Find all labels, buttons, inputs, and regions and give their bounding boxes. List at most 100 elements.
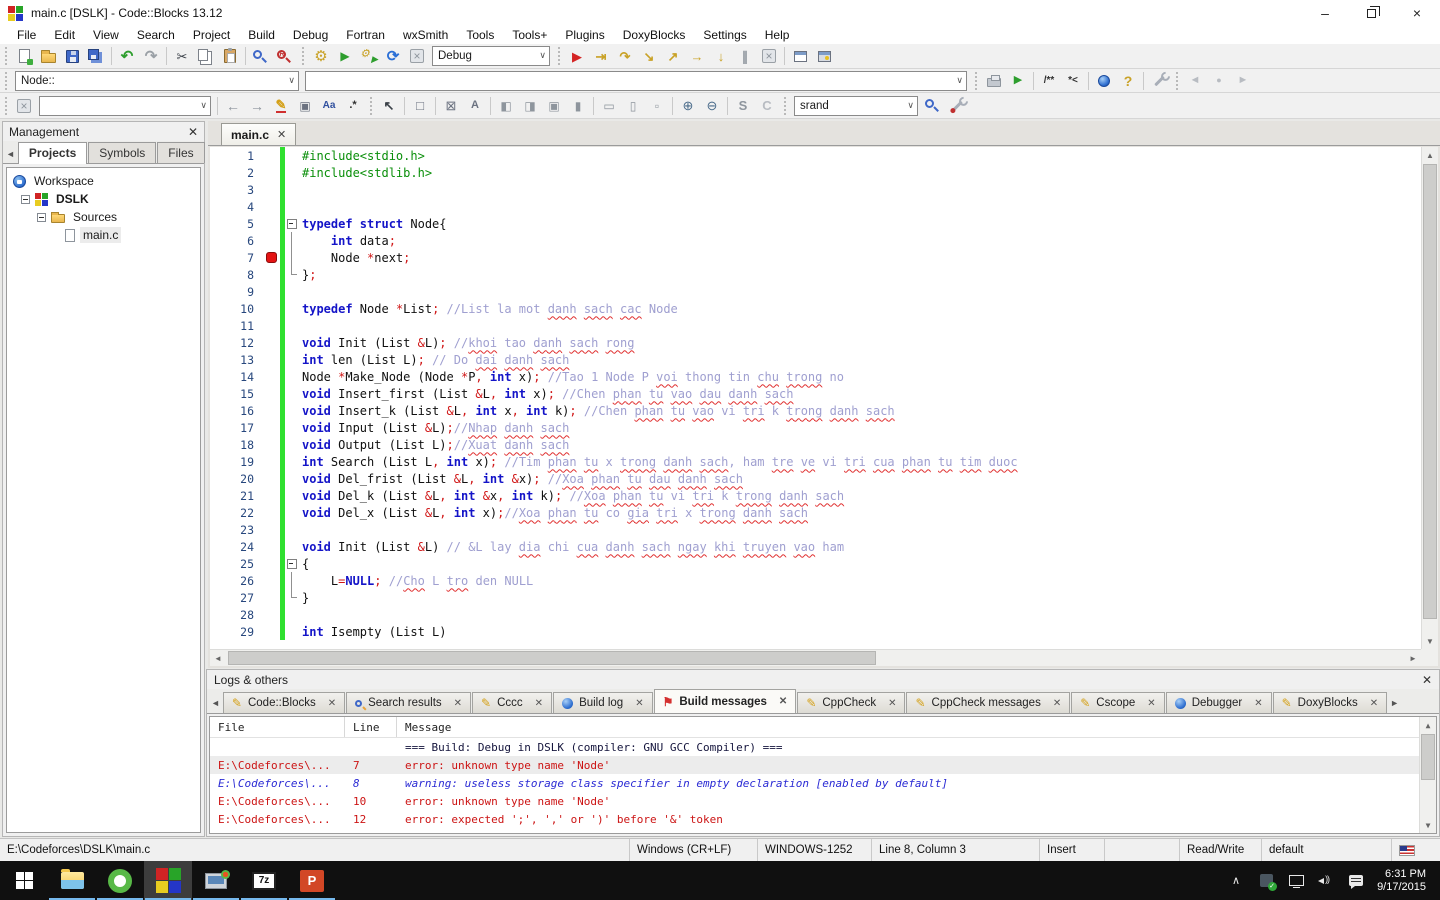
line-number[interactable]: 20 [210, 472, 264, 486]
line-number[interactable]: 14 [210, 370, 264, 384]
breakpoint-margin[interactable] [264, 572, 280, 589]
breakpoint-margin[interactable] [264, 368, 280, 385]
border-panel-tool-button[interactable]: ▯ [621, 95, 645, 117]
scroll-up-icon[interactable]: ▲ [1422, 147, 1438, 163]
line-number[interactable]: 17 [210, 421, 264, 435]
line-number[interactable]: 19 [210, 455, 264, 469]
doxy-line-comment-button[interactable]: *< [1061, 70, 1085, 92]
fold-mid-icon[interactable] [285, 572, 299, 589]
search-forward-button[interactable]: → [245, 95, 269, 117]
taskbar-coccoc-browser[interactable] [96, 861, 144, 900]
tree-expander-icon[interactable] [37, 213, 46, 222]
save-all-button[interactable] [84, 45, 108, 67]
step-into-button[interactable]: ↘ [637, 45, 661, 67]
line-number[interactable]: 23 [210, 523, 264, 537]
breakpoint-margin[interactable] [264, 436, 280, 453]
tray-volume-icon[interactable] [1317, 861, 1335, 900]
editor-vertical-scrollbar[interactable]: ▲ ▼ [1421, 147, 1438, 649]
breakpoint-margin[interactable] [264, 198, 280, 215]
menu-plugins[interactable]: Plugins [556, 27, 613, 43]
scroll-right-icon[interactable]: ► [1405, 650, 1421, 666]
menu-fortran[interactable]: Fortran [337, 27, 394, 43]
match-case-button[interactable]: Aa [317, 95, 341, 117]
copy-button[interactable] [194, 45, 218, 67]
debug-continue-button[interactable]: ▶ [565, 45, 589, 67]
line-number[interactable]: 4 [210, 200, 264, 214]
textframe-tool-button[interactable]: A [463, 95, 487, 117]
menu-help[interactable]: Help [756, 27, 799, 43]
browse-back-button[interactable]: ◄ [1183, 70, 1207, 92]
fold-mid-icon[interactable] [285, 249, 299, 266]
fold-end-icon[interactable] [285, 589, 299, 606]
line-number[interactable]: 12 [210, 336, 264, 350]
fold-end-icon[interactable] [285, 266, 299, 283]
fold-mid-icon[interactable] [285, 232, 299, 249]
break-debugger-button[interactable]: ∥ [733, 45, 757, 67]
breakpoint-icon[interactable] [266, 252, 277, 263]
menu-debug[interactable]: Debug [284, 27, 337, 43]
run-to-cursor-button[interactable]: ⇥ [589, 45, 613, 67]
line-number[interactable]: 8 [210, 268, 264, 282]
menu-project[interactable]: Project [184, 27, 239, 43]
clear-search-button[interactable]: × [12, 95, 36, 117]
jump-s-button[interactable]: S [731, 95, 755, 117]
breakpoint-margin[interactable] [264, 606, 280, 623]
line-number[interactable]: 3 [210, 183, 264, 197]
cut-button[interactable]: ✂ [170, 45, 194, 67]
line-number[interactable]: 27 [210, 591, 264, 605]
stop-debugger-button[interactable]: × [757, 45, 781, 67]
breakpoint-margin[interactable] [264, 334, 280, 351]
line-number[interactable]: 1 [210, 149, 264, 163]
tray-notifications-icon[interactable] [1347, 861, 1365, 900]
doxy-settings-button[interactable] [1147, 70, 1171, 92]
breakpoint-margin[interactable] [264, 385, 280, 402]
tree-item-dslk[interactable]: DSLK [7, 190, 200, 208]
line-number[interactable]: 16 [210, 404, 264, 418]
build-message-row[interactable]: E:\Codeforces\...12error: expected ';', … [210, 810, 1436, 828]
new-file-button[interactable] [12, 45, 36, 67]
editor-tab-close-icon[interactable]: ✕ [277, 128, 286, 141]
browse-marker-button[interactable]: ● [1207, 70, 1231, 92]
symbol-combo[interactable]: ∨ [305, 71, 967, 91]
log-tab-debugger[interactable]: Debugger✕ [1166, 692, 1272, 713]
breakpoint-margin[interactable] [264, 555, 280, 572]
line-number[interactable]: 28 [210, 608, 264, 622]
line-number[interactable]: 25 [210, 557, 264, 571]
line-number[interactable]: 9 [210, 285, 264, 299]
breakpoint-margin[interactable] [264, 351, 280, 368]
tray-network-icon[interactable] [1287, 861, 1305, 900]
menu-settings[interactable]: Settings [694, 27, 755, 43]
undo-button[interactable]: ↶ [115, 45, 139, 67]
build-message-row[interactable]: E:\Codeforces\...10error: unknown type n… [210, 792, 1436, 810]
log-tab-build-messages[interactable]: ⚑Build messages✕ [654, 689, 797, 713]
line-number[interactable]: 13 [210, 353, 264, 367]
editor-tab-main-c[interactable]: main.c ✕ [221, 123, 296, 145]
align-fill-tool-button[interactable]: ▮ [566, 95, 590, 117]
line-number[interactable]: 10 [210, 302, 264, 316]
breakpoint-margin[interactable] [264, 147, 280, 164]
logs-vertical-scrollbar[interactable]: ▲ ▼ [1419, 717, 1436, 833]
scope-combo[interactable]: Node::∨ [15, 71, 299, 91]
menu-file[interactable]: File [8, 27, 45, 43]
next-instruction-button[interactable]: → [685, 45, 709, 67]
scroll-up-icon[interactable]: ▲ [1420, 717, 1436, 733]
zoom-out-button[interactable]: ⊖ [700, 95, 724, 117]
line-number[interactable]: 11 [210, 319, 264, 333]
restore-button[interactable] [1348, 0, 1394, 26]
log-tab-close-icon[interactable]: ✕ [888, 698, 896, 709]
fsymbol-combo[interactable]: srand∨ [794, 96, 918, 116]
scroll-down-icon[interactable]: ▼ [1422, 633, 1438, 649]
breakpoint-margin[interactable] [264, 232, 280, 249]
tray-expand-icon[interactable]: ∧ [1227, 861, 1245, 900]
border-box-tool-button[interactable]: ▭ [597, 95, 621, 117]
menu-view[interactable]: View [84, 27, 128, 43]
abort-build-button[interactable]: × [405, 45, 429, 67]
line-number[interactable]: 21 [210, 489, 264, 503]
scroll-down-icon[interactable]: ▼ [1420, 817, 1436, 833]
border-none-tool-button[interactable]: ▫ [645, 95, 669, 117]
selected-only-button[interactable]: ▣ [293, 95, 317, 117]
management-tab-symbols[interactable]: Symbols [88, 142, 156, 163]
logs-scroll-thumb[interactable] [1421, 734, 1435, 780]
management-tab-projects[interactable]: Projects [18, 142, 87, 164]
doxy-block-comment-button[interactable]: /** [1037, 70, 1061, 92]
